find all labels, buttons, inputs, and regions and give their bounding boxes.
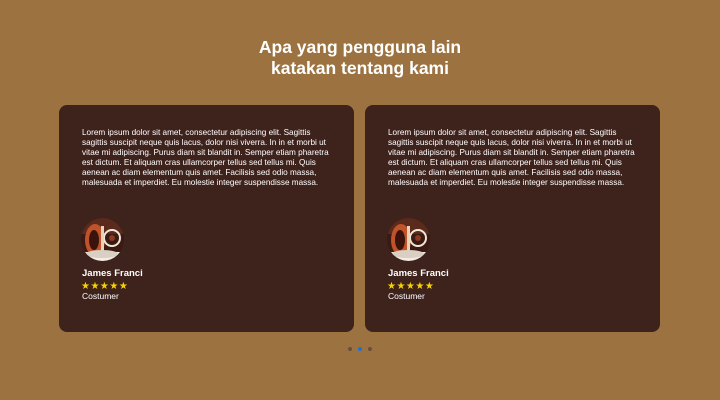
carousel-dot-2[interactable]: [358, 347, 362, 351]
testimonial-text: Lorem ipsum dolor sit amet, consectetur …: [82, 128, 329, 187]
carousel-dot-3[interactable]: [368, 347, 372, 351]
carousel-pagination: [348, 347, 372, 352]
heading-line-1: Apa yang pengguna lain: [258, 37, 462, 57]
section-heading: Apa yang pengguna lain katakan tentang k…: [0, 37, 720, 79]
user-avatar-photo-icon: [387, 218, 430, 261]
user-avatar-photo-icon: [81, 218, 124, 261]
avatar: [81, 218, 124, 261]
carousel-dot-1[interactable]: [348, 347, 352, 351]
avatar: [387, 218, 430, 261]
testimonial-card: Lorem ipsum dolor sit amet, consectetur …: [365, 105, 660, 332]
testimonial-card: Lorem ipsum dolor sit amet, consectetur …: [59, 105, 354, 332]
testimonial-text: Lorem ipsum dolor sit amet, consectetur …: [388, 128, 635, 187]
reviewer-name: James Franci: [82, 268, 143, 279]
reviewer-role: Costumer: [388, 291, 425, 301]
reviewer-name: James Franci: [388, 268, 449, 279]
heading-line-2: katakan tentang kami: [271, 58, 449, 78]
reviewer-role: Costumer: [82, 291, 119, 301]
